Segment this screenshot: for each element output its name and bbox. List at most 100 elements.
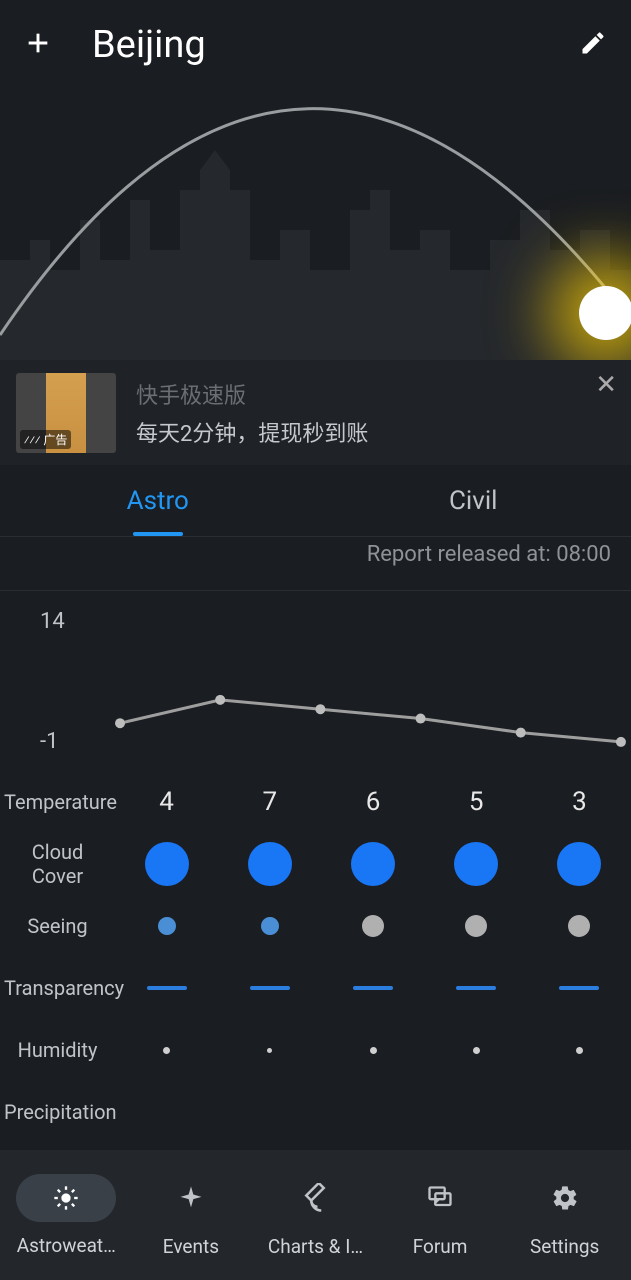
- ad-subtitle: 每天2分钟，提现秒到账: [136, 416, 615, 448]
- temperature-value: 7: [262, 787, 277, 817]
- tab-civil[interactable]: Civil: [316, 465, 631, 536]
- transparency-indicator: [456, 986, 496, 990]
- temperature-cell: 4: [115, 787, 218, 817]
- chart-y-max: 14: [40, 609, 65, 634]
- cloud-cover-indicator: [145, 842, 189, 886]
- forecast-grid: Temperature 4 7 6 5 3 Cloud Cover Seeing Tra…: [0, 771, 631, 1143]
- nav-label-events: Events: [163, 1235, 219, 1258]
- seeing-indicator: [362, 915, 384, 937]
- add-location-button[interactable]: [24, 24, 52, 66]
- humidity-indicator: [576, 1047, 583, 1054]
- row-temperature: Temperature 4 7 6 5 3: [0, 771, 631, 833]
- temperature-value: 5: [469, 787, 484, 817]
- nav-label-settings: Settings: [530, 1235, 599, 1258]
- satellite-icon: [290, 1173, 340, 1223]
- city-name[interactable]: Beijing: [92, 23, 579, 67]
- report-released-text: Report released at: 08:00: [367, 542, 611, 567]
- seeing-indicator: [261, 917, 279, 935]
- temperature-cell: 5: [425, 787, 528, 817]
- temperature-value: 4: [159, 787, 174, 817]
- tab-astro[interactable]: Astro: [0, 465, 316, 536]
- transparency-cell: [528, 986, 631, 990]
- row-label-seeing: Seeing: [0, 914, 115, 938]
- nav-events[interactable]: Events: [129, 1173, 254, 1258]
- nav-forum[interactable]: Forum: [378, 1173, 503, 1258]
- row-label-transparency: Transparency: [0, 976, 115, 1000]
- ad-badge: ⁄⁄⁄ 广告: [20, 430, 71, 449]
- cloud-cover-indicator: [557, 842, 601, 886]
- cloud-cover-cell: [115, 842, 218, 886]
- humidity-cell: [115, 1047, 218, 1054]
- seeing-indicator: [158, 917, 176, 935]
- humidity-indicator: [267, 1048, 272, 1053]
- seeing-cell: [321, 915, 424, 937]
- humidity-cell: [218, 1047, 321, 1054]
- row-label-precipitation: Precipitation: [0, 1100, 115, 1124]
- transparency-cell: [218, 986, 321, 990]
- transparency-cell: [425, 986, 528, 990]
- temperature-cell: 7: [218, 787, 321, 817]
- ad-banner[interactable]: ⁄⁄⁄ 广告 快手极速版 每天2分钟，提现秒到账 ✕: [0, 360, 631, 465]
- row-cloud-cover: Cloud Cover: [0, 833, 631, 895]
- ad-close-button[interactable]: ✕: [595, 370, 617, 400]
- seeing-cell: [425, 915, 528, 937]
- cloud-cover-indicator: [351, 842, 395, 886]
- row-humidity: Humidity: [0, 1019, 631, 1081]
- seeing-cell: [115, 915, 218, 937]
- transparency-indicator: [559, 986, 599, 990]
- seeing-indicator: [568, 915, 590, 937]
- humidity-indicator: [370, 1047, 377, 1054]
- ad-title: 快手极速版: [136, 378, 615, 410]
- humidity-cell: [425, 1047, 528, 1054]
- cloud-cover-indicator: [248, 842, 292, 886]
- row-label-temperature: Temperature: [0, 790, 115, 814]
- cloud-cover-indicator: [454, 842, 498, 886]
- nav-label-astroweather: Astroweat…: [17, 1234, 116, 1257]
- cloud-cover-cell: [425, 842, 528, 886]
- transparency-indicator: [250, 986, 290, 990]
- temperature-cell: 6: [321, 787, 424, 817]
- bottom-nav: Astroweat… Events Charts & I… Forum Sett…: [0, 1150, 631, 1280]
- app-header: Beijing: [0, 0, 631, 90]
- row-transparency: Transparency: [0, 957, 631, 1019]
- transparency-cell: [321, 986, 424, 990]
- nav-astroweather[interactable]: Astroweat…: [4, 1174, 129, 1257]
- transparency-indicator: [147, 986, 187, 990]
- nav-charts[interactable]: Charts & I…: [253, 1173, 378, 1258]
- row-precipitation: Precipitation: [0, 1081, 631, 1143]
- ad-thumbnail: ⁄⁄⁄ 广告: [16, 373, 116, 453]
- nav-label-charts: Charts & I…: [268, 1235, 363, 1258]
- cloud-cover-cell: [321, 842, 424, 886]
- sun-icon: [579, 286, 631, 340]
- gear-icon: [540, 1173, 590, 1223]
- temperature-value: 3: [572, 787, 587, 817]
- transparency-cell: [115, 986, 218, 990]
- cloud-cover-cell: [528, 842, 631, 886]
- temperature-value: 6: [366, 787, 381, 817]
- seeing-cell: [528, 915, 631, 937]
- temperature-cell: 3: [528, 787, 631, 817]
- row-label-cloud: Cloud Cover: [0, 840, 115, 888]
- cloud-cover-cell: [218, 842, 321, 886]
- humidity-cell: [321, 1047, 424, 1054]
- edit-button[interactable]: [579, 29, 607, 61]
- forecast-tabs: Astro Civil: [0, 465, 631, 537]
- transparency-indicator: [353, 986, 393, 990]
- nav-settings[interactable]: Settings: [502, 1173, 627, 1258]
- seeing-indicator: [465, 915, 487, 937]
- humidity-indicator: [163, 1047, 170, 1054]
- ad-text: 快手极速版 每天2分钟，提现秒到账: [136, 378, 615, 448]
- row-seeing: Seeing: [0, 895, 631, 957]
- humidity-cell: [528, 1047, 631, 1054]
- temperature-chart: 14 -1: [0, 601, 631, 761]
- forecast-area: 14 -1 Temperature 4 7 6 5 3 Cloud Cover Seei…: [0, 590, 631, 1150]
- chart-y-min: -1: [40, 729, 58, 754]
- sparkle-icon: [166, 1173, 216, 1223]
- nav-label-forum: Forum: [413, 1235, 468, 1258]
- row-label-humidity: Humidity: [0, 1038, 115, 1062]
- humidity-indicator: [473, 1047, 480, 1054]
- temperature-line-chart: [110, 601, 631, 761]
- seeing-cell: [218, 915, 321, 937]
- forum-icon: [415, 1173, 465, 1223]
- sun-weather-icon: [16, 1174, 116, 1222]
